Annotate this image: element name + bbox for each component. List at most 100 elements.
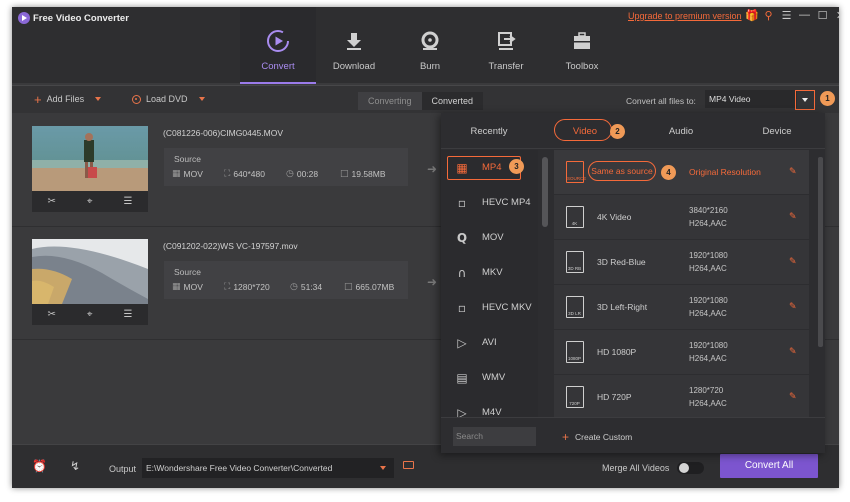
original-resolution-label: Original Resolution — [689, 167, 761, 177]
status-tabs: Converting Converted — [358, 92, 484, 110]
tab-audio[interactable]: Audio — [633, 126, 729, 137]
source-icon: SOURCE — [566, 161, 587, 183]
output-path-select[interactable]: E:\Wondershare Free Video Converter\Conv… — [142, 458, 394, 478]
hevc-icon: ▫ — [457, 195, 467, 210]
nav-toolbox-label: Toolbox — [565, 61, 599, 72]
nav-transfer[interactable]: Transfer — [468, 7, 544, 84]
format-item-m4v[interactable]: ▷ M4V — [441, 395, 538, 418]
nav-download[interactable]: Download — [316, 7, 392, 84]
resolution-item-4k[interactable]: 4K 4K Video 3840*2160 H264,AAC ✎ — [554, 195, 809, 239]
clock-icon: ◷ — [290, 282, 298, 292]
convert-icon — [266, 29, 290, 53]
format-panel-footer: Search + Create Custom — [441, 417, 825, 453]
open-folder-icon[interactable] — [403, 461, 414, 469]
plus-icon: + — [34, 91, 42, 107]
resolution-item-same-as-source[interactable]: SOURCE Same as source Original Resolutio… — [554, 150, 809, 194]
nav-burn-label: Burn — [419, 61, 441, 72]
convert-all-label: Convert all files to: — [626, 96, 696, 106]
add-files-button[interactable]: + Add Files — [34, 91, 102, 107]
menu-icon[interactable]: ☰ — [781, 9, 792, 22]
output-label: Output — [109, 464, 137, 474]
mkv-icon: ∩ — [457, 265, 467, 280]
scissors-icon[interactable]: ✂ — [48, 309, 56, 320]
format-dropdown-button[interactable] — [795, 90, 815, 110]
gift-icon[interactable]: 🎁 — [745, 9, 759, 22]
source-resolution: 640*480 — [233, 169, 265, 179]
edit-icon[interactable]: ✎ — [789, 212, 797, 222]
plus-icon: + — [562, 430, 570, 444]
close-icon[interactable]: ✕ — [835, 9, 839, 22]
resolution-item-3d-red-blue[interactable]: 3D RB 3D Red-Blue 1920*1080 H264,AAC ✎ — [554, 240, 809, 284]
convert-all-button[interactable]: Convert All — [720, 454, 818, 478]
nav-convert[interactable]: Convert — [240, 7, 316, 84]
source-label: Source — [174, 267, 201, 277]
format-label: HEVC MKV — [482, 302, 532, 313]
format-item-wmv[interactable]: ▤ WMV — [441, 360, 538, 395]
alarm-clock-icon[interactable]: ⏰ — [32, 459, 47, 473]
resolution-codec: H264,AAC — [689, 399, 727, 408]
load-dvd-button[interactable]: Load DVD — [132, 94, 205, 104]
resolution-item-hd-1080p[interactable]: 1080P HD 1080P 1920*1080 H264,AAC ✎ — [554, 330, 809, 374]
resolution-item-3d-left-right[interactable]: 3D LR 3D Left-Right 1920*1080 H264,AAC ✎ — [554, 285, 809, 329]
tab-converted[interactable]: Converted — [421, 92, 484, 110]
resolution-list-scrollbar[interactable] — [818, 157, 823, 347]
source-resolution: 1280*720 — [233, 282, 270, 292]
tab-converting[interactable]: Converting — [358, 92, 422, 110]
dvd-icon — [132, 94, 141, 104]
format-item-avi[interactable]: ▷ AVI — [441, 325, 538, 360]
format-item-hevc-mp4[interactable]: ▫ HEVC MP4 — [441, 185, 538, 220]
step-badge-2: 2 — [610, 124, 625, 139]
clock-icon: ◷ — [286, 169, 294, 179]
source-size: 665.07MB — [355, 282, 395, 292]
film-icon: ▦ — [172, 282, 181, 292]
merge-toggle[interactable] — [677, 462, 704, 474]
source-details: ▦ MOV ⛶ 640*480 ◷ 00:28 □ 19.58MB — [172, 169, 386, 179]
step-badge-1: 1 — [820, 91, 835, 106]
video-thumbnail[interactable]: ✂ ⌖ ☰ — [32, 239, 148, 325]
resolution-size: 1920*1080 — [689, 296, 728, 305]
format-list: ▦ MP4 ▫ HEVC MP4 Q MOV ∩ MKV ▫ HEVC MKV … — [441, 150, 538, 417]
video-file-icon: 4K — [566, 206, 584, 228]
edit-icon[interactable]: ✎ — [789, 167, 797, 177]
video-thumbnail[interactable]: ✂ ⌖ ☰ — [32, 126, 148, 212]
crop-icon[interactable]: ⌖ — [87, 196, 93, 207]
chevron-down-icon[interactable] — [95, 97, 102, 101]
resolution-spec: 1920*1080 H264,AAC — [689, 249, 728, 275]
edit-icon[interactable]: ✎ — [789, 257, 797, 267]
chevron-down-icon[interactable] — [198, 97, 205, 101]
scissors-icon[interactable]: ✂ — [48, 196, 56, 207]
nav-toolbox[interactable]: Toolbox — [544, 7, 620, 84]
crop-icon[interactable]: ⌖ — [87, 309, 93, 320]
format-item-hevc-mkv[interactable]: ▫ HEVC MKV — [441, 290, 538, 325]
app-logo-icon — [18, 12, 30, 24]
upgrade-link[interactable]: Upgrade to premium version — [628, 11, 742, 21]
m4v-icon: ▷ — [457, 405, 467, 418]
minimize-icon[interactable]: — — [799, 9, 810, 22]
format-item-mkv[interactable]: ∩ MKV — [441, 255, 538, 290]
tab-recently[interactable]: Recently — [441, 126, 537, 137]
effects-icon[interactable]: ☰ — [124, 196, 133, 207]
effects-icon[interactable]: ☰ — [124, 309, 133, 320]
format-label: AVI — [482, 337, 497, 348]
maximize-icon[interactable]: ☐ — [817, 9, 828, 22]
edit-icon[interactable]: ✎ — [789, 302, 797, 312]
target-format-select[interactable]: MP4 Video — [705, 90, 797, 108]
format-item-mov[interactable]: Q MOV — [441, 220, 538, 255]
res-badge: SOURCE — [567, 176, 587, 181]
source-format: MOV — [183, 282, 203, 292]
format-list-scrollbar[interactable] — [542, 157, 548, 227]
chevron-down-icon — [380, 466, 386, 470]
edit-icon[interactable]: ✎ — [789, 392, 797, 402]
tab-device[interactable]: Device — [729, 126, 825, 137]
lightning-icon[interactable]: ↯ — [70, 459, 80, 473]
edit-icon[interactable]: ✎ — [789, 347, 797, 357]
source-duration: 51:34 — [300, 282, 323, 292]
video-file-icon: 3D RB — [566, 251, 584, 273]
key-icon[interactable]: ⚲ — [763, 9, 774, 22]
resolution-item-hd-720p[interactable]: 720P HD 720P 1280*720 H264,AAC ✎ — [554, 375, 809, 417]
create-custom-button[interactable]: + Create Custom — [562, 430, 632, 444]
toolbar: + Add Files Load DVD Converting Converte… — [12, 85, 839, 113]
file-name: (C091202-022)WS VC-197597.mov — [163, 241, 298, 251]
format-search-input[interactable]: Search — [453, 427, 536, 446]
nav-burn[interactable]: Burn — [392, 7, 468, 84]
